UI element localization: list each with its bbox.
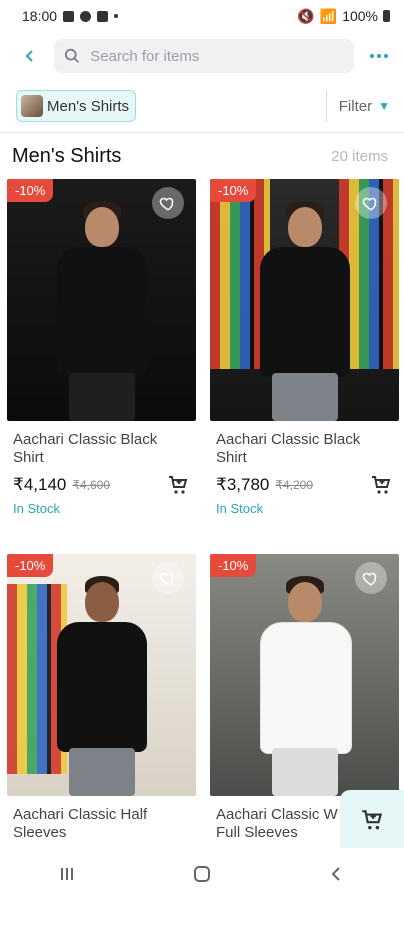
head — [84, 582, 119, 622]
product-mrp: ₹4,200 — [275, 478, 314, 492]
wishlist-button[interactable] — [152, 562, 184, 594]
category-chip-label: Men's Shirts — [47, 97, 130, 115]
pants — [68, 373, 135, 421]
product-card[interactable]: -10% Aachari Classic Black Shirt ₹3,780 … — [210, 179, 399, 554]
top-bar — [0, 32, 404, 80]
items-count: 20 items — [331, 147, 388, 165]
pants — [68, 748, 135, 796]
product-card[interactable]: -10% Aachari Classic Black Shirt ₹4,140 … — [7, 179, 196, 554]
heart-icon — [362, 572, 377, 586]
status-right: 🔇 📶 100% — [297, 8, 390, 25]
search-icon — [64, 48, 80, 63]
page-title: Men's Shirts — [12, 144, 122, 167]
filter-button[interactable]: Filter ▼ — [325, 90, 390, 122]
product-image[interactable]: -10% — [7, 554, 196, 796]
price-row: ₹4,140 ₹4,600 — [13, 473, 190, 497]
product-name[interactable]: Aachari Classic Black Shirt — [216, 431, 393, 467]
back-button[interactable] — [18, 44, 42, 68]
search-bar[interactable] — [54, 39, 354, 73]
chip-bar: Men's Shirts Filter ▼ — [0, 80, 404, 133]
shirt — [259, 247, 350, 377]
head — [84, 207, 119, 247]
head — [287, 207, 322, 247]
product-image[interactable]: -10% — [7, 179, 196, 421]
product-name[interactable]: Aachari Classic Black Shirt — [13, 431, 190, 467]
model-figure — [250, 201, 360, 421]
search-input[interactable] — [88, 46, 344, 66]
filter-label: Filter — [338, 97, 373, 115]
heart-icon — [362, 197, 377, 211]
mute-icon: 🔇 — [297, 7, 315, 24]
pants — [271, 373, 338, 421]
back-arrow-icon — [25, 50, 33, 62]
product-price: ₹4,140 — [13, 475, 67, 494]
product-image[interactable]: -10% — [210, 554, 399, 796]
home-icon[interactable] — [188, 860, 216, 888]
discount-badge: -10% — [7, 179, 54, 202]
head — [287, 582, 322, 622]
back-icon[interactable] — [323, 860, 351, 888]
battery-text: 100% — [342, 8, 378, 24]
add-to-cart-icon[interactable] — [166, 473, 190, 497]
wishlist-button[interactable] — [152, 187, 184, 219]
status-time: 18:00 — [22, 8, 58, 24]
discount-badge: -10% — [210, 179, 257, 202]
status-bar: 18:00 🔇 📶 100% — [0, 0, 404, 32]
model-figure — [47, 201, 157, 421]
category-chip[interactable]: Men's Shirts — [16, 90, 137, 122]
heart-icon — [159, 197, 174, 211]
cart-fab[interactable] — [340, 790, 404, 850]
wishlist-button[interactable] — [355, 187, 387, 219]
recent-apps-icon[interactable] — [53, 860, 81, 888]
discount-badge: -10% — [210, 554, 257, 577]
model-figure — [47, 576, 157, 796]
product-name[interactable]: Aachari Classic Half Sleeves — [13, 806, 190, 842]
whatsapp-icon — [80, 10, 92, 22]
shirt — [56, 247, 147, 377]
wifi-icon: 📶 — [319, 7, 338, 24]
cart-icon — [362, 810, 383, 830]
add-to-cart-icon[interactable] — [369, 473, 393, 497]
stock-status: In Stock — [13, 501, 60, 516]
more-dot-icon — [370, 54, 374, 58]
back-svg — [331, 867, 340, 881]
more-dot-icon — [384, 54, 388, 58]
more-dot-icon — [377, 54, 381, 58]
price-row: ₹3,780 ₹4,200 — [216, 473, 393, 497]
status-left: 18:00 — [22, 8, 119, 24]
chevron-down-icon: ▼ — [378, 99, 390, 113]
battery-icon — [383, 10, 390, 22]
shirt — [259, 622, 352, 754]
dot-icon — [114, 14, 119, 18]
product-price: ₹3,780 — [216, 475, 270, 494]
model-figure — [250, 576, 360, 796]
category-thumbnail — [21, 95, 43, 117]
discount-badge: -10% — [7, 554, 54, 577]
message-icon — [97, 10, 109, 22]
product-image[interactable]: -10% — [210, 179, 399, 421]
stock-status: In Stock — [216, 501, 263, 516]
list-header: Men's Shirts 20 items — [0, 133, 404, 179]
notification-icon — [63, 10, 75, 22]
shirt — [56, 622, 147, 752]
home-svg — [193, 866, 210, 882]
product-mrp: ₹4,600 — [72, 478, 111, 492]
recent-apps-svg — [61, 868, 74, 880]
heart-icon — [159, 572, 174, 586]
system-nav-bar — [0, 848, 404, 900]
wishlist-button[interactable] — [355, 562, 387, 594]
more-options-button[interactable] — [366, 54, 392, 58]
pants — [271, 748, 338, 796]
